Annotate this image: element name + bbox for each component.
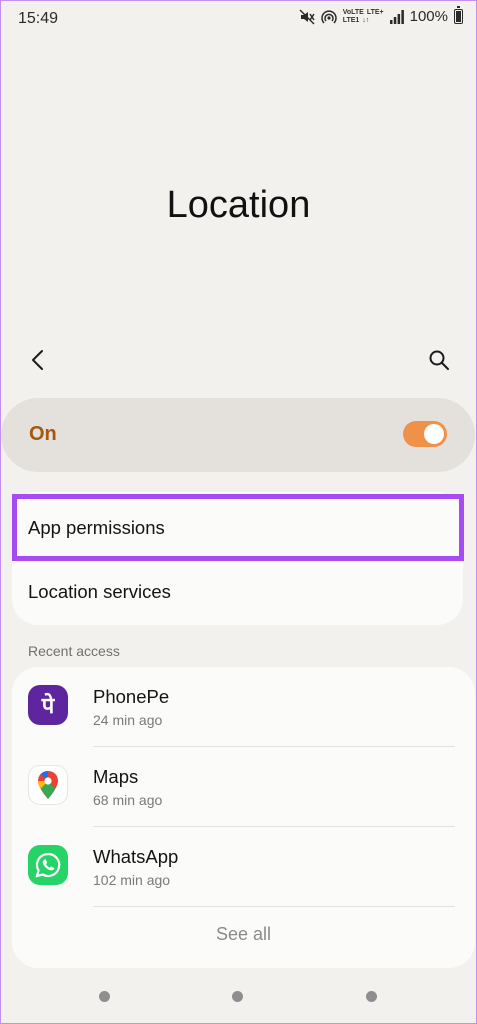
app-permissions-item[interactable]: App permissions <box>12 496 463 560</box>
svg-text:पे: पे <box>41 692 56 718</box>
nav-recents-button[interactable] <box>99 991 110 1002</box>
recent-access-header: Recent access <box>28 643 120 659</box>
app-name: WhatsApp <box>93 846 179 867</box>
status-time: 15:49 <box>18 10 59 27</box>
app-name: PhonePe <box>93 686 170 707</box>
lte1-label: LTE1 <box>342 16 360 24</box>
settings-card: App permissions Location services <box>12 492 463 625</box>
lte-plus-label: LTE+ <box>366 8 384 16</box>
network-labels: VoLTE LTE+ LTE1 ↓↑ <box>343 9 384 25</box>
location-master-switch[interactable]: On <box>1 398 475 472</box>
app-access-time: 68 min ago <box>93 792 163 808</box>
row-divider <box>93 906 455 907</box>
recent-app-maps[interactable]: Maps 68 min ago <box>12 747 475 827</box>
status-icons: VoLTE LTE+ LTE1 ↓↑ 100% <box>299 6 463 25</box>
mute-icon <box>299 9 315 25</box>
phonepe-icon: पे <box>28 685 68 725</box>
nav-back-button[interactable] <box>366 991 377 1002</box>
battery-percent: 100% <box>409 8 448 25</box>
nav-home-button[interactable] <box>232 991 243 1002</box>
location-toggle[interactable] <box>403 421 447 447</box>
master-switch-label: On <box>29 423 57 445</box>
see-all-button[interactable]: See all <box>12 924 475 945</box>
recent-access-card: पे PhonePe 24 min ago Maps 68 min ago Wh… <box>12 667 475 968</box>
search-button[interactable] <box>423 344 455 376</box>
status-bar: 15:49 VoLTE LTE+ LTE1 ↓↑ 100% <box>0 0 477 40</box>
recent-app-whatsapp[interactable]: WhatsApp 102 min ago <box>12 827 475 907</box>
battery-icon <box>454 6 463 24</box>
signal-icon <box>389 9 404 24</box>
location-services-label: Location services <box>28 581 171 602</box>
app-access-time: 102 min ago <box>93 872 171 888</box>
app-permissions-label: App permissions <box>28 517 165 538</box>
hotspot-icon <box>321 9 337 25</box>
search-icon <box>429 350 449 370</box>
app-access-time: 24 min ago <box>93 712 163 728</box>
back-arrow-icon <box>32 350 43 370</box>
maps-icon <box>28 765 68 805</box>
app-name: Maps <box>93 766 139 787</box>
recent-app-phonepe[interactable]: पे PhonePe 24 min ago <box>12 667 475 747</box>
page-title: Location <box>166 184 311 226</box>
data-arrows-label: ↓↑ <box>362 16 370 24</box>
back-button[interactable] <box>22 344 54 376</box>
volte-label: VoLTE <box>342 8 364 16</box>
location-services-item[interactable]: Location services <box>12 560 463 624</box>
whatsapp-icon <box>28 845 68 885</box>
toggle-knob <box>424 424 444 444</box>
